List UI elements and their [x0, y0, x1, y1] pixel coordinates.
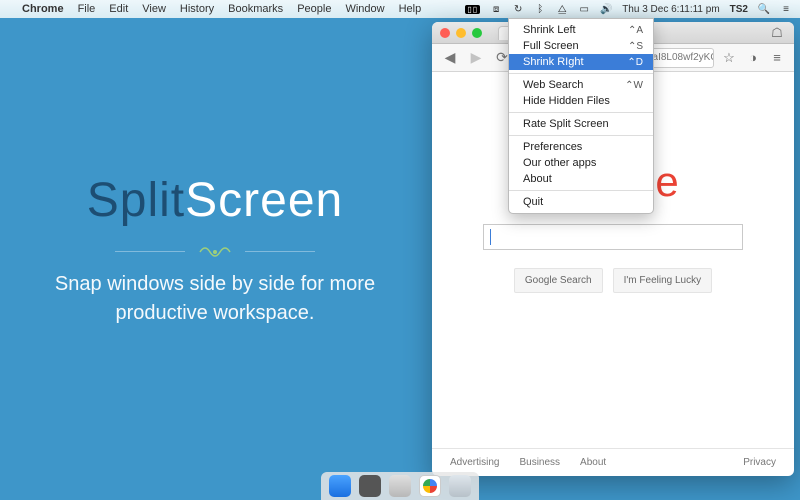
menu-people[interactable]: People: [297, 3, 331, 15]
dock-settings-icon[interactable]: [359, 475, 381, 497]
window-close-button[interactable]: [440, 28, 450, 38]
menu-history[interactable]: History: [180, 3, 214, 15]
text-cursor: [490, 229, 491, 245]
timemachine-icon[interactable]: ↻: [512, 3, 524, 15]
star-icon[interactable]: ☆: [720, 49, 738, 67]
footer-privacy[interactable]: Privacy: [743, 457, 776, 468]
dock-trash-icon[interactable]: [449, 475, 471, 497]
menu-file[interactable]: File: [78, 3, 96, 15]
hamburger-icon[interactable]: ≡: [768, 49, 786, 67]
menu-item-shrink-right[interactable]: Shrink RIght⌃D: [509, 54, 653, 70]
promo-title-b: Screen: [185, 174, 343, 227]
promo-tagline: Snap windows side by side for more produ…: [30, 270, 400, 328]
spotlight-icon[interactable]: 🔍: [758, 3, 770, 15]
menu-item-shrink-left[interactable]: Shrink Left⌃A: [509, 22, 653, 38]
dock-finder-icon[interactable]: [329, 475, 351, 497]
footer-business[interactable]: Business: [519, 457, 560, 468]
flourish-divider: [115, 240, 315, 264]
app-name[interactable]: Chrome: [22, 3, 64, 15]
menu-item-preferences[interactable]: Preferences: [509, 139, 653, 155]
extension-icon[interactable]: ◑: [744, 49, 762, 67]
volume-icon[interactable]: 🔊: [600, 3, 612, 15]
feeling-lucky-button[interactable]: I'm Feeling Lucky: [613, 268, 713, 293]
menu-item-hide-hidden-files[interactable]: Hide Hidden Files: [509, 93, 653, 109]
promo-title: SplitScreen: [87, 173, 343, 228]
menu-item-about[interactable]: About: [509, 171, 653, 187]
footer-advertising[interactable]: Advertising: [450, 457, 499, 468]
search-input[interactable]: [483, 224, 743, 250]
back-button[interactable]: ◀: [440, 48, 460, 68]
menubar-clock[interactable]: Thu 3 Dec 6:11:11 pm: [622, 4, 719, 15]
window-maximize-button[interactable]: [472, 28, 482, 38]
dropbox-icon[interactable]: ⧈: [490, 3, 502, 15]
promo-panel: SplitScreen Snap windows side by side fo…: [0, 18, 430, 482]
battery-icon[interactable]: ▭: [578, 3, 590, 15]
menu-window[interactable]: Window: [345, 3, 384, 15]
menu-help[interactable]: Help: [399, 3, 422, 15]
google-search-button[interactable]: Google Search: [514, 268, 603, 293]
page-footer: Advertising Business About Privacy: [432, 448, 794, 476]
menu-item-web-search[interactable]: Web Search⌃W: [509, 77, 653, 93]
dock-chrome-icon[interactable]: [419, 475, 441, 497]
split-screen-dropdown[interactable]: Shrink Left⌃AFull Screen⌃SShrink RIght⌃D…: [508, 18, 654, 214]
window-minimize-button[interactable]: [456, 28, 466, 38]
menu-item-full-screen[interactable]: Full Screen⌃S: [509, 38, 653, 54]
menu-item-rate-split-screen[interactable]: Rate Split Screen: [509, 116, 653, 132]
menu-item-our-other-apps[interactable]: Our other apps: [509, 155, 653, 171]
menu-edit[interactable]: Edit: [109, 3, 128, 15]
dock-safari-icon[interactable]: [389, 475, 411, 497]
menubar-user[interactable]: TS2: [730, 4, 748, 15]
wifi-icon[interactable]: ⧋: [556, 3, 568, 15]
user-icon[interactable]: ☖: [768, 24, 786, 42]
promo-title-a: Split: [87, 174, 185, 227]
dock[interactable]: [321, 472, 479, 500]
split-screen-menubar-icon[interactable]: ▯▯: [465, 5, 480, 14]
menu-view[interactable]: View: [142, 3, 166, 15]
forward-button[interactable]: ▶: [466, 48, 486, 68]
menu-icon[interactable]: ≡: [780, 3, 792, 15]
menu-bookmarks[interactable]: Bookmarks: [228, 3, 283, 15]
bluetooth-icon[interactable]: ᛒ: [534, 3, 546, 15]
menu-item-quit[interactable]: Quit: [509, 194, 653, 210]
footer-about[interactable]: About: [580, 457, 606, 468]
mac-menubar[interactable]: Chrome File Edit View History Bookmarks …: [0, 0, 800, 18]
